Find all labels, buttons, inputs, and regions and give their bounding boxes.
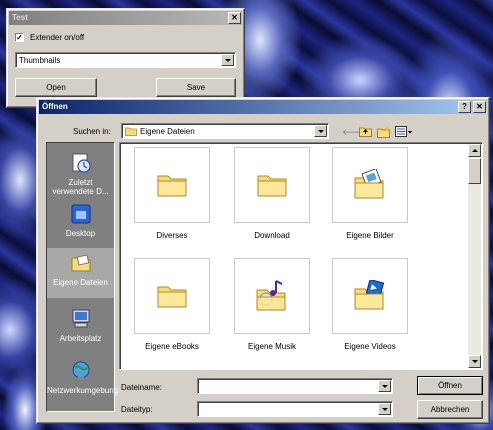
scroll-thumb[interactable] [468, 158, 481, 184]
thumbnail [332, 147, 408, 223]
file-list-scrollbar[interactable] [468, 144, 481, 368]
thumbnail [332, 258, 408, 334]
file-name: Eigene eBooks [145, 342, 199, 351]
help-button[interactable]: ? [458, 101, 471, 113]
test-window: Test ✕ ✓ Extender on/off Thumbnails Open… [6, 8, 245, 108]
places-bar: Zuletzt verwendete D... Desktop Eigene D… [46, 142, 118, 412]
file-item[interactable]: Eigene Musik [233, 258, 311, 351]
pictures-folder-icon [354, 168, 386, 201]
file-item[interactable]: Eigene Bilder [331, 147, 409, 240]
thumbnail [234, 147, 310, 223]
look-in-label: Suchen in: [73, 127, 111, 136]
test-window-title: Test [12, 13, 28, 22]
up-folder-icon[interactable] [359, 126, 372, 138]
file-name: Eigene Musik [247, 342, 297, 351]
look-in-select[interactable]: Eigene Dateien [121, 123, 329, 139]
new-folder-icon[interactable] [377, 126, 391, 138]
network-icon [47, 360, 114, 384]
place-my-computer[interactable]: Arbeitsplatz [47, 304, 114, 343]
videos-folder-icon [354, 278, 386, 312]
open-dialog-titlebar[interactable]: Öffnen ? ✕ [39, 100, 487, 114]
place-my-documents[interactable]: Eigene Dateien [47, 248, 114, 298]
recent-documents-icon [47, 152, 114, 176]
thumbnail [134, 258, 210, 334]
file-name: Eigene Bilder [346, 231, 394, 240]
folder-icon [125, 126, 137, 138]
place-label: Zuletzt verwendete D... [52, 178, 109, 196]
folder-icon [157, 282, 187, 310]
my-computer-icon [47, 308, 114, 332]
filetype-dropdown-button[interactable] [378, 403, 391, 415]
place-recent[interactable]: Zuletzt verwendete D... [47, 148, 114, 196]
desktop-icon [47, 203, 114, 227]
folder-icon [257, 171, 287, 199]
folder-icon [157, 171, 187, 199]
place-label: Desktop [65, 229, 96, 238]
open-button[interactable]: Öffnen [417, 376, 483, 395]
look-in-dropdown-button[interactable] [314, 125, 327, 137]
file-name: Eigene Videos [344, 342, 396, 351]
file-name: Diverses [156, 231, 188, 240]
place-desktop[interactable]: Desktop [47, 199, 114, 238]
look-in-value: Eigene Dateien [140, 127, 195, 136]
scroll-up-button[interactable] [468, 144, 481, 157]
views-menu-icon[interactable] [395, 126, 413, 138]
extender-checkbox-label[interactable]: Extender on/off [30, 33, 84, 42]
open-dialog: Öffnen ? ✕ Suchen in: Eigene Dateien 🡐 Z… [36, 97, 490, 424]
open-dialog-title: Öffnen [42, 102, 68, 111]
mode-select[interactable]: Thumbnails [15, 52, 236, 68]
filename-label: Dateiname: [121, 383, 162, 392]
extender-checkbox[interactable]: ✓ [15, 33, 24, 42]
my-documents-icon [47, 252, 114, 276]
test-close-button[interactable]: ✕ [228, 12, 241, 24]
file-name: Download [254, 231, 290, 240]
test-save-button[interactable]: Save [156, 78, 236, 97]
filename-input[interactable] [197, 378, 393, 394]
place-label: Eigene Dateien [53, 278, 108, 287]
mode-select-value: Thumbnails [19, 56, 61, 65]
place-network[interactable]: Netzwerkumgebung [47, 356, 118, 395]
thumbnail [134, 147, 210, 223]
dialog-close-button[interactable]: ✕ [473, 101, 486, 113]
filetype-select[interactable] [197, 401, 393, 417]
place-label: Netzwerkumgebung [47, 386, 119, 395]
scroll-down-button[interactable] [468, 355, 481, 368]
file-item[interactable]: Eigene Videos [331, 258, 409, 351]
file-item[interactable]: Diverses [133, 147, 211, 240]
test-titlebar[interactable]: Test ✕ [9, 11, 242, 25]
file-item[interactable]: Eigene eBooks [133, 258, 211, 351]
music-folder-icon [256, 279, 288, 313]
file-list: Diverses Download Eigene Bilder Eigene e… [119, 142, 483, 370]
thumbnail [234, 258, 310, 334]
mode-select-dropdown-button[interactable] [221, 54, 234, 66]
filename-dropdown-button[interactable] [378, 380, 391, 392]
cancel-button[interactable]: Abbrechen [417, 400, 483, 419]
file-item[interactable]: Download [233, 147, 311, 240]
place-label: Arbeitsplatz [59, 334, 102, 343]
filetype-label: Dateityp: [121, 405, 153, 414]
test-open-button[interactable]: Open [15, 78, 97, 97]
